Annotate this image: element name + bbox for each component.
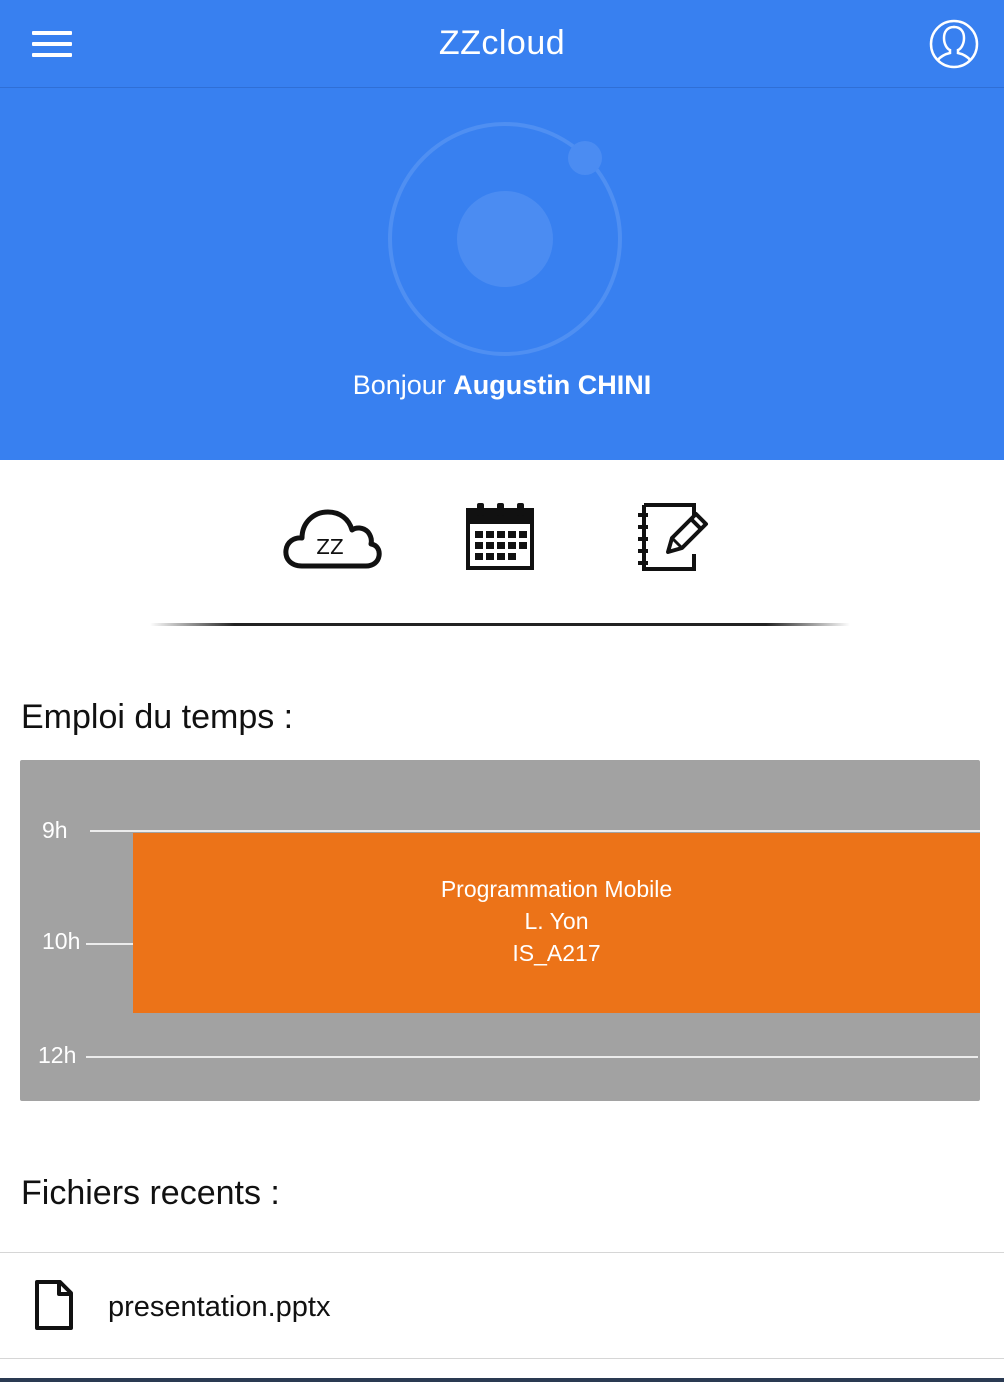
zz-cloud-icon[interactable]: ZZ: [280, 500, 384, 572]
hour-label: 9h: [42, 817, 68, 843]
hour-line: [86, 943, 134, 945]
svg-text:ZZ: ZZ: [316, 535, 343, 559]
welcome-banner: Bonjour Augustin CHINI: [0, 88, 1004, 460]
top-bar: ZZcloud: [0, 0, 1004, 88]
calendar-icon[interactable]: [462, 500, 538, 574]
notes-edit-icon[interactable]: [632, 500, 712, 574]
app-screen: ZZcloud Bonjour Augustin CHINI ZZ Emploi…: [0, 0, 1004, 1382]
hour-line: [86, 1056, 978, 1058]
hour-label: 12h: [38, 1042, 77, 1068]
window-bottom-edge: [0, 1378, 1004, 1382]
course-room: IS_A217: [512, 940, 601, 966]
file-name: presentation.pptx: [108, 1291, 331, 1323]
recent-files-title: Fichiers recents :: [21, 1174, 280, 1212]
ionic-logo-icon: [388, 122, 622, 356]
course-name: Programmation Mobile: [440, 876, 673, 902]
course-event-block[interactable]: Programmation Mobile L. Yon IS_A217: [133, 833, 980, 1013]
hour-label: 10h: [42, 928, 81, 954]
user-profile-icon[interactable]: [928, 18, 980, 70]
hour-line: [90, 830, 980, 832]
file-icon: [35, 1280, 73, 1330]
section-divider: [150, 623, 850, 626]
file-list-item[interactable]: presentation.pptx: [0, 1253, 1004, 1359]
list-divider: [0, 1358, 1004, 1359]
greeting-text: Bonjour Augustin CHINI: [352, 370, 652, 400]
user-name: Augustin CHINI: [453, 370, 652, 400]
schedule-timeline: 9h 10h 12h Programmation Mobile L. Yon I…: [20, 760, 980, 1101]
course-teacher: L. Yon: [524, 908, 589, 934]
schedule-title: Emploi du temps :: [21, 698, 294, 736]
app-title: ZZcloud: [438, 24, 566, 62]
